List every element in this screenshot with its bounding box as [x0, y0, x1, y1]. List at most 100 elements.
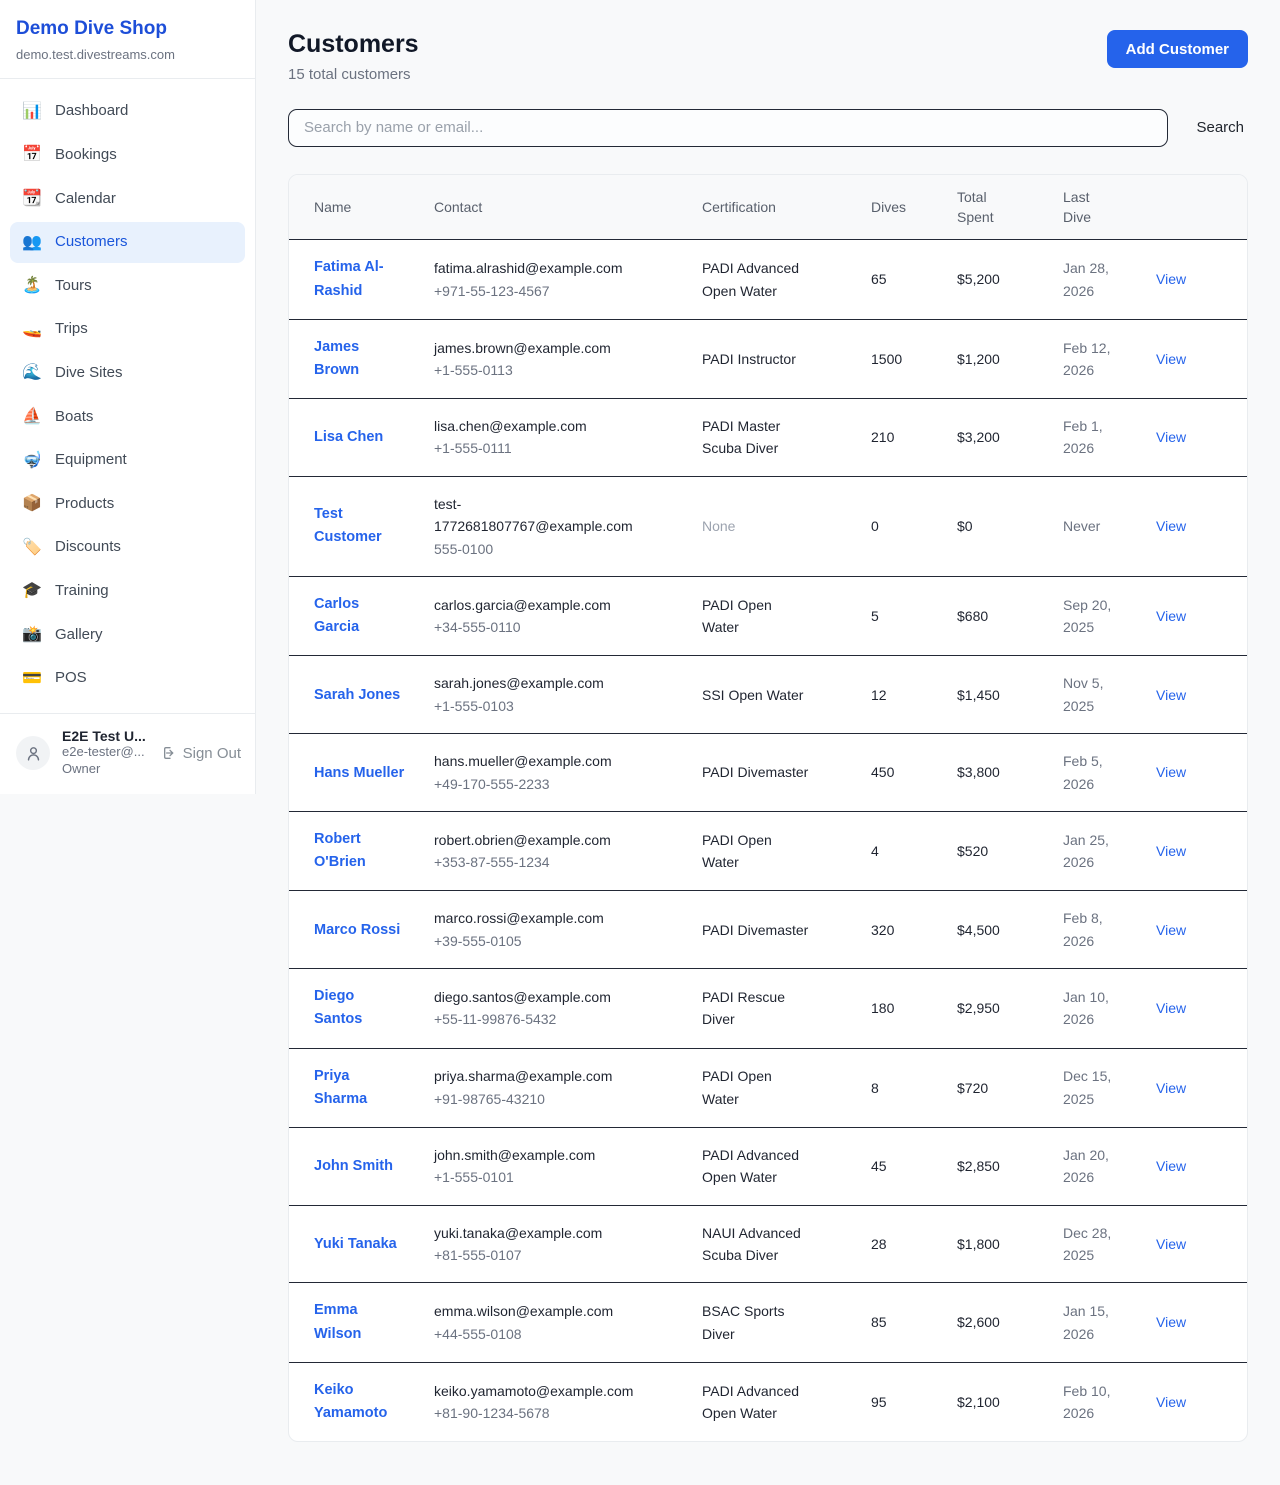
user-section: E2E Test U... e2e-tester@... Owner Sign … [0, 713, 255, 794]
customer-name-link[interactable]: Emma Wilson [314, 1299, 406, 1345]
customer-email: emma.wilson@example.com [434, 1300, 646, 1322]
customer-name-link[interactable]: Yuki Tanaka [314, 1233, 397, 1256]
nav-item-icon: 🌊 [22, 362, 42, 384]
customer-name-link[interactable]: Priya Sharma [314, 1065, 406, 1111]
table-row: John Smith john.smith@example.com +1-555… [289, 1127, 1247, 1205]
view-customer-link[interactable]: View [1156, 1314, 1186, 1330]
sidebar-item-equipment[interactable]: 🤿 Equipment [10, 440, 245, 482]
nav-item-label: Boats [55, 407, 93, 427]
customer-name-link[interactable]: Diego Santos [314, 985, 406, 1031]
sidebar-item-pos[interactable]: 💳 POS [10, 658, 245, 700]
view-customer-link[interactable]: View [1156, 608, 1186, 624]
customer-phone: +1-555-0111 [434, 437, 686, 459]
customer-name-link[interactable]: John Smith [314, 1155, 393, 1178]
view-customer-link[interactable]: View [1156, 687, 1186, 703]
customer-phone: +1-555-0103 [434, 695, 686, 717]
table-row: Carlos Garcia carlos.garcia@example.com … [289, 577, 1247, 656]
customer-dives: 0 [871, 518, 879, 534]
customer-total-spent: $0 [957, 518, 973, 534]
customer-name-link[interactable]: Hans Mueller [314, 762, 404, 785]
main-content: Customers 15 total customers Add Custome… [256, 0, 1280, 1470]
customer-email: hans.mueller@example.com [434, 750, 646, 772]
customer-total-spent: $520 [957, 843, 988, 859]
customer-last-dive: Never [1063, 515, 1100, 537]
sidebar-item-customers[interactable]: 👥 Customers [10, 222, 245, 264]
customer-name-link[interactable]: Marco Rossi [314, 919, 400, 942]
nav-item-icon: 🚤 [22, 319, 42, 341]
sidebar-item-gallery[interactable]: 📸 Gallery [10, 614, 245, 656]
nav-item-icon: 🎓 [22, 580, 42, 602]
sidebar-item-bookings[interactable]: 📅 Bookings [10, 134, 245, 176]
customer-email: marco.rossi@example.com [434, 907, 646, 929]
customer-name-link[interactable]: Lisa Chen [314, 426, 383, 449]
col-header-certification: Certification [702, 175, 871, 240]
table-row: Keiko Yamamoto keiko.yamamoto@example.co… [289, 1362, 1247, 1441]
view-customer-link[interactable]: View [1156, 1158, 1186, 1174]
add-customer-button[interactable]: Add Customer [1107, 30, 1248, 68]
view-customer-link[interactable]: View [1156, 518, 1186, 534]
nav-item-label: Tours [55, 276, 92, 296]
search-button[interactable]: Search [1192, 119, 1248, 136]
sidebar-item-discounts[interactable]: 🏷️ Discounts [10, 527, 245, 569]
customers-table: Name Contact Certification Dives Total S… [289, 175, 1247, 1441]
customer-email: lisa.chen@example.com [434, 415, 646, 437]
nav-item-label: Discounts [55, 537, 121, 557]
customer-name-link[interactable]: Keiko Yamamoto [314, 1379, 406, 1425]
table-row: Yuki Tanaka yuki.tanaka@example.com +81-… [289, 1205, 1247, 1283]
sidebar: Demo Dive Shop demo.test.divestreams.com… [0, 0, 256, 794]
customer-email: yuki.tanaka@example.com [434, 1222, 646, 1244]
sidebar-item-boats[interactable]: ⛵ Boats [10, 396, 245, 438]
sidebar-item-calendar[interactable]: 📆 Calendar [10, 178, 245, 220]
customer-last-dive: Jan 15, 2026 [1063, 1300, 1115, 1345]
view-customer-link[interactable]: View [1156, 351, 1186, 367]
brand-block: Demo Dive Shop demo.test.divestreams.com [0, 0, 255, 79]
view-customer-link[interactable]: View [1156, 922, 1186, 938]
nav-item-icon: 📊 [22, 101, 42, 123]
sidebar-item-tours[interactable]: 🏝️ Tours [10, 265, 245, 307]
customer-last-dive: Jan 10, 2026 [1063, 986, 1115, 1031]
sign-out-button[interactable]: Sign Out [160, 745, 241, 762]
customer-name-link[interactable]: Test Customer [314, 503, 406, 549]
view-customer-link[interactable]: View [1156, 764, 1186, 780]
customer-dives: 45 [871, 1158, 887, 1174]
nav-item-icon: 💳 [22, 668, 42, 690]
customer-dives: 210 [871, 429, 894, 445]
sign-out-label: Sign Out [183, 745, 241, 762]
customer-name-link[interactable]: Sarah Jones [314, 684, 400, 707]
customer-dives: 28 [871, 1236, 887, 1252]
view-customer-link[interactable]: View [1156, 1080, 1186, 1096]
customer-certification: PADI Divemaster [702, 919, 808, 941]
sidebar-item-training[interactable]: 🎓 Training [10, 570, 245, 612]
view-customer-link[interactable]: View [1156, 1236, 1186, 1252]
table-row: Lisa Chen lisa.chen@example.com +1-555-0… [289, 399, 1247, 477]
customer-phone: +34-555-0110 [434, 616, 686, 638]
sidebar-item-dashboard[interactable]: 📊 Dashboard [10, 91, 245, 133]
customer-name-link[interactable]: Robert O'Brien [314, 828, 406, 874]
customer-name-link[interactable]: Fatima Al-Rashid [314, 256, 406, 302]
customer-last-dive: Jan 20, 2026 [1063, 1144, 1115, 1189]
view-customer-link[interactable]: View [1156, 429, 1186, 445]
view-customer-link[interactable]: View [1156, 843, 1186, 859]
col-header-dives: Dives [871, 175, 957, 240]
sidebar-item-dive-sites[interactable]: 🌊 Dive Sites [10, 352, 245, 394]
customer-dives: 5 [871, 608, 879, 624]
customer-certification: SSI Open Water [702, 684, 803, 706]
view-customer-link[interactable]: View [1156, 1000, 1186, 1016]
customer-certification: PADI Advanced Open Water [702, 257, 812, 302]
customer-certification: PADI Instructor [702, 348, 796, 370]
view-customer-link[interactable]: View [1156, 1394, 1186, 1410]
customer-phone: 555-0100 [434, 538, 686, 560]
customer-name-link[interactable]: Carlos Garcia [314, 593, 406, 639]
search-input[interactable] [288, 109, 1168, 147]
sidebar-item-products[interactable]: 📦 Products [10, 483, 245, 525]
view-customer-link[interactable]: View [1156, 271, 1186, 287]
sidebar-item-trips[interactable]: 🚤 Trips [10, 309, 245, 351]
nav-item-label: POS [55, 668, 87, 688]
nav-item-label: Training [55, 581, 109, 601]
nav-item-icon: 🏝️ [22, 275, 42, 297]
customer-name-link[interactable]: James Brown [314, 336, 406, 382]
table-row: James Brown james.brown@example.com +1-5… [289, 319, 1247, 398]
customer-dives: 85 [871, 1314, 887, 1330]
customer-dives: 180 [871, 1000, 894, 1016]
col-header-total-spent: Total Spent [957, 175, 1063, 240]
